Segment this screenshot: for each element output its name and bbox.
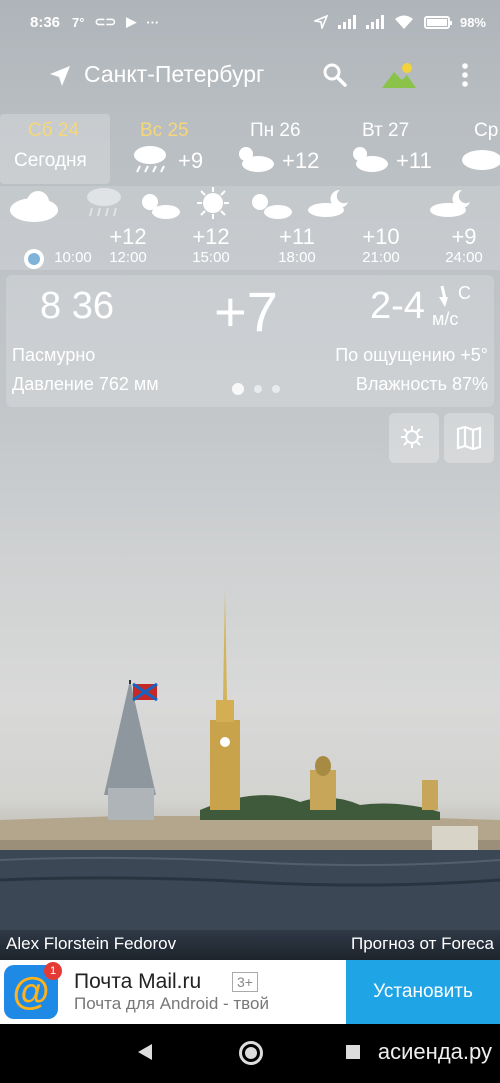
ad-title: Почта Mail.ru — [74, 970, 202, 993]
notification-badge: 1 — [44, 962, 62, 980]
battery-icon — [423, 15, 452, 29]
app-header: Санкт-Петербург — [0, 50, 500, 100]
signal-2-icon — [365, 15, 384, 29]
rain-icon — [134, 146, 166, 173]
cloud-icon — [462, 150, 500, 170]
link-icon: ⊂⊃ — [94, 14, 117, 29]
map-icon — [456, 425, 482, 451]
feels-like-text: По ощущению +5° — [335, 345, 488, 365]
age-rating: 3+ — [232, 972, 258, 992]
day-temp: +11 — [396, 148, 432, 173]
home-icon[interactable] — [239, 1041, 263, 1065]
day-tab-sun[interactable]: Вс 25 +9 — [130, 114, 230, 184]
hour-temp: +12 — [109, 224, 147, 249]
day-temp: +12 — [282, 148, 320, 173]
search-icon[interactable] — [322, 62, 348, 88]
city-name[interactable]: Санкт-Петербург — [84, 61, 264, 88]
hour-temp: +10 — [362, 224, 400, 249]
location-arrow-icon[interactable] — [48, 64, 72, 88]
partly-sunny-icon — [239, 147, 274, 172]
condition-text: Пасмурно — [12, 345, 96, 365]
status-temp: 7° — [72, 14, 85, 30]
wind-speed: 2-4 — [370, 285, 425, 327]
back-icon[interactable] — [137, 1043, 153, 1061]
wind-unit: м/с — [432, 309, 459, 329]
partly-sunny-icon — [252, 194, 292, 219]
more-notifications-icon: ··· — [146, 14, 160, 30]
night-cloud-icon — [308, 189, 348, 217]
wind-direction-arrow-icon — [439, 285, 448, 307]
hour-time: 15:00 — [192, 249, 230, 266]
mail-at-icon: @ — [12, 970, 50, 1013]
humidity-text: Влажность 87% — [355, 374, 488, 394]
hour-time: 21:00 — [362, 249, 400, 266]
recent-apps-icon[interactable] — [346, 1045, 360, 1059]
ad-banner[interactable]: @ 1 Почта Mail.ru 3+ Почта для Android -… — [0, 960, 500, 1024]
wind-direction: С — [458, 283, 471, 303]
play-icon: ▶ — [126, 14, 137, 29]
city-scene-illustration — [0, 590, 500, 930]
day-label: Вс 25 — [140, 120, 189, 141]
signal-icon — [337, 15, 356, 29]
current-temperature: +7 — [214, 280, 278, 343]
day-label: Пн 26 — [250, 120, 301, 141]
day-sublabel: Сегодня — [14, 150, 87, 171]
night-cloud-icon — [430, 189, 470, 217]
day-tab-wed[interactable]: Ср — [458, 114, 500, 184]
day-tabs: Сб 24 Сегодня Вс 25 +9 Пн 26 +12 Вт 27 +… — [0, 114, 500, 184]
hour-temp: +12 — [192, 224, 230, 249]
day-label: Сб 24 — [28, 120, 80, 141]
rain-icon — [87, 188, 121, 217]
day-tab-mon[interactable]: Пн 26 +12 — [234, 114, 334, 184]
photo-author[interactable]: Alex Florstein Fedorov — [6, 934, 176, 954]
day-label: Ср — [474, 120, 499, 141]
cloud-icon — [10, 191, 58, 222]
hourly-forecast: +12 +12 +11 +10 +9 10:00 12:00 15:00 18:… — [0, 186, 500, 270]
weather-effects-button[interactable] — [389, 413, 439, 463]
page-indicator — [232, 383, 280, 395]
watermark: асиенда.ру — [377, 1039, 492, 1064]
ad-subtitle: Почта для Android - твой — [74, 994, 269, 1013]
navigation-bar: асиенда.ру — [0, 1024, 500, 1083]
hour-temp: +9 — [451, 224, 477, 249]
day-label: Вт 27 — [362, 120, 410, 141]
hour-time: 12:00 — [109, 249, 147, 266]
day-temp: +9 — [178, 148, 204, 173]
hour-temp: +11 — [279, 224, 315, 249]
sun-cloud-settings-icon — [401, 426, 423, 448]
status-bar: 8:36 7° ⊂⊃ ▶ ··· 98% — [0, 0, 500, 44]
day-tab-today[interactable]: Сб 24 Сегодня — [0, 114, 110, 184]
hour-time: 24:00 — [445, 249, 483, 266]
battery-percent: 98% — [459, 14, 486, 30]
hour-time: 18:00 — [278, 249, 316, 266]
sun-icon — [197, 187, 229, 219]
pressure-text: Давление 762 мм — [12, 374, 159, 394]
overflow-menu-icon[interactable] — [458, 62, 472, 88]
install-button[interactable]: Установить — [346, 960, 500, 1024]
wifi-icon — [394, 15, 413, 29]
background-picture-icon[interactable] — [380, 60, 418, 90]
status-time: 8:36 — [30, 13, 61, 31]
map-button[interactable] — [444, 413, 494, 463]
current-weather-panel[interactable]: 8 36 +7 2-4 С м/с Пасмурно Давление 762 … — [6, 275, 494, 407]
partly-sunny-icon — [353, 147, 388, 172]
partly-sunny-icon — [142, 194, 180, 219]
credits-bar: Alex Florstein Fedorov Прогноз от Foreca — [0, 932, 500, 958]
current-time: 8 36 — [40, 285, 114, 327]
day-tab-tue[interactable]: Вт 27 +11 — [348, 114, 448, 184]
location-status-icon — [313, 15, 328, 29]
forecast-source[interactable]: Прогноз от Foreca — [351, 934, 494, 954]
